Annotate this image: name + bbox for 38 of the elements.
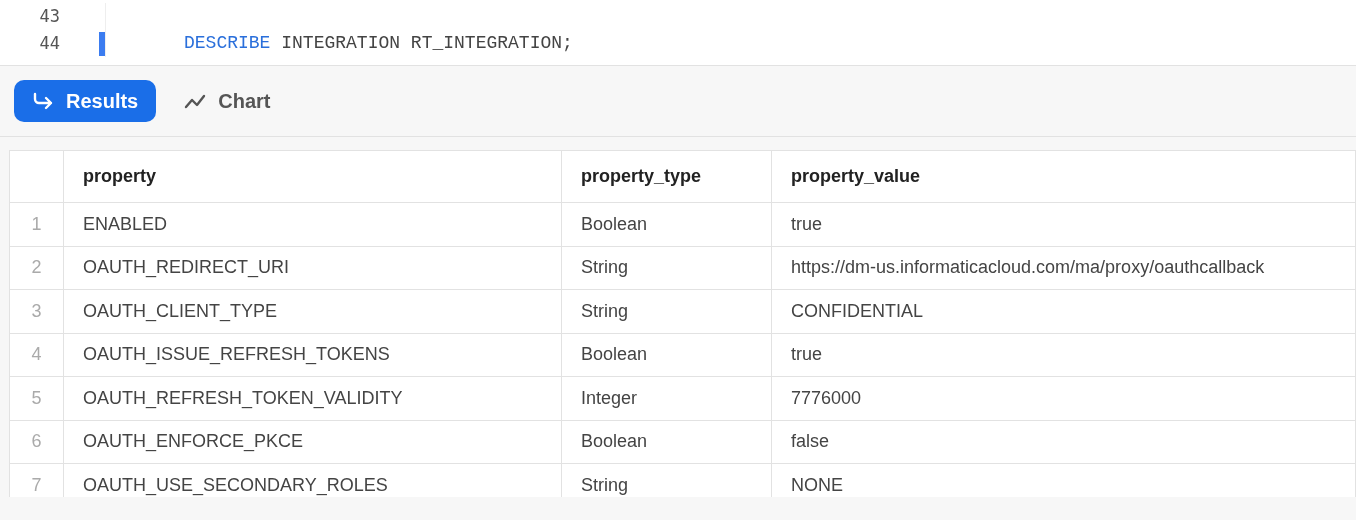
row-number: 3 — [10, 290, 64, 333]
row-number: 2 — [10, 246, 64, 289]
row-number: 1 — [10, 203, 64, 246]
row-number: 5 — [10, 377, 64, 420]
table-cell: Integer — [562, 377, 772, 420]
table-cell: 7776000 — [772, 377, 1356, 420]
table-cell: String — [562, 464, 772, 497]
column-header[interactable]: property_type — [562, 151, 772, 202]
table-cell: ENABLED — [64, 203, 562, 246]
table-cell: false — [772, 420, 1356, 463]
table-cell: OAUTH_USE_SECONDARY_ROLES — [64, 464, 562, 497]
tab[interactable]: Results — [14, 80, 157, 122]
column-header[interactable]: property_value — [772, 151, 1356, 202]
line-number: 43 — [38, 4, 60, 28]
table-cell: OAUTH_REDIRECT_URI — [64, 246, 562, 289]
line-chart-icon — [184, 93, 207, 109]
table-cell: Boolean — [562, 203, 772, 246]
table-cell: OAUTH_CLIENT_TYPE — [64, 290, 562, 333]
column-header[interactable]: property — [64, 151, 562, 202]
table-cell: CONFIDENTIAL — [772, 290, 1356, 333]
table-cell: true — [772, 203, 1356, 246]
line-number: 44 — [38, 31, 60, 55]
table-cell: String — [562, 290, 772, 333]
table-cell: OAUTH_REFRESH_TOKEN_VALIDITY — [64, 377, 562, 420]
code-line: DESCRIBE INTEGRATION RT_INTEGRATION; — [184, 32, 573, 55]
tab[interactable]: Chart — [166, 80, 289, 122]
return-arrow-icon — [32, 92, 54, 110]
table-cell: String — [562, 246, 772, 289]
table-cell: OAUTH_ENFORCE_PKCE — [64, 420, 562, 463]
table-cell: Boolean — [562, 420, 772, 463]
row-number: 7 — [10, 464, 64, 497]
table-cell: NONE — [772, 464, 1356, 497]
row-number: 4 — [10, 333, 64, 376]
row-number: 6 — [10, 420, 64, 463]
table-cell: true — [772, 333, 1356, 376]
table-cell: OAUTH_ISSUE_REFRESH_TOKENS — [64, 333, 562, 376]
table-cell: https://dm-us.informaticacloud.com/ma/proxy/oauthcallback — [772, 246, 1356, 289]
table-cell: Boolean — [562, 333, 772, 376]
